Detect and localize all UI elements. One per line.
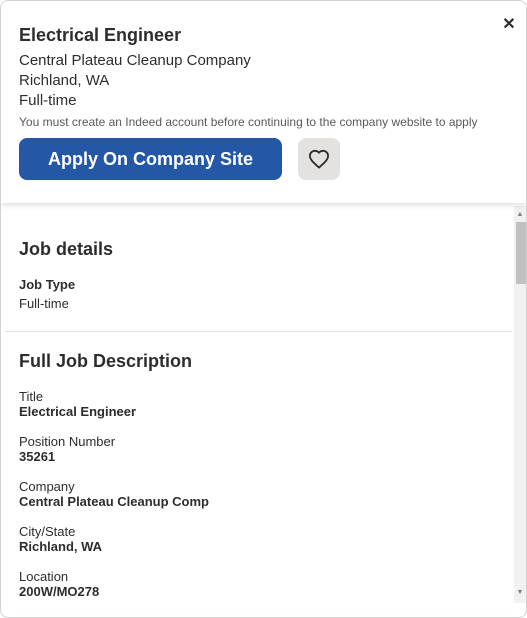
heart-icon — [308, 149, 329, 169]
close-icon[interactable]: ✕ — [499, 15, 519, 35]
field-label-position-number: Position Number — [19, 434, 116, 449]
job-details-heading: Job details — [19, 239, 114, 259]
company-name: Central Plateau Cleanup Company — [19, 52, 251, 69]
job-location: Richland, WA — [19, 72, 110, 89]
field-label-location: Location — [19, 569, 69, 584]
section-divider — [5, 331, 512, 332]
field-label-company: Company — [19, 479, 75, 494]
field-label-title: Title — [19, 389, 44, 404]
field-value-company: Central Plateau Cleanup Comp — [19, 494, 209, 509]
job-detail-panel: Electrical Engineer ✕ Central Plateau Cl… — [0, 0, 527, 618]
scrollbar[interactable]: ▲ ▼ — [514, 206, 526, 603]
field-value-title: Electrical Engineer — [19, 404, 137, 419]
full-description-heading: Full Job Description — [19, 351, 193, 371]
job-header: Electrical Engineer ✕ Central Plateau Cl… — [1, 1, 526, 203]
field-value-location: 200W/MO278 — [19, 584, 100, 599]
save-job-button[interactable] — [298, 138, 340, 180]
job-description-body[interactable]: Job details Job Type Full-time Full Job … — [1, 206, 526, 617]
field-value-city-state: Richland, WA — [19, 539, 103, 554]
scrollbar-thumb[interactable] — [516, 222, 526, 284]
scroll-up-arrow-icon[interactable]: ▲ — [514, 208, 526, 222]
scroll-down-arrow-icon[interactable]: ▼ — [514, 586, 526, 600]
field-label-city-state: City/State — [19, 524, 76, 539]
job-title: Electrical Engineer — [19, 25, 182, 45]
job-type-value: Full-time — [19, 296, 69, 311]
job-type: Full-time — [19, 92, 77, 109]
account-notice: You must create an Indeed account before… — [19, 115, 478, 129]
field-value-position-number: 35261 — [19, 449, 56, 464]
job-type-label: Job Type — [19, 277, 76, 292]
apply-button[interactable]: Apply On Company Site — [19, 138, 282, 180]
